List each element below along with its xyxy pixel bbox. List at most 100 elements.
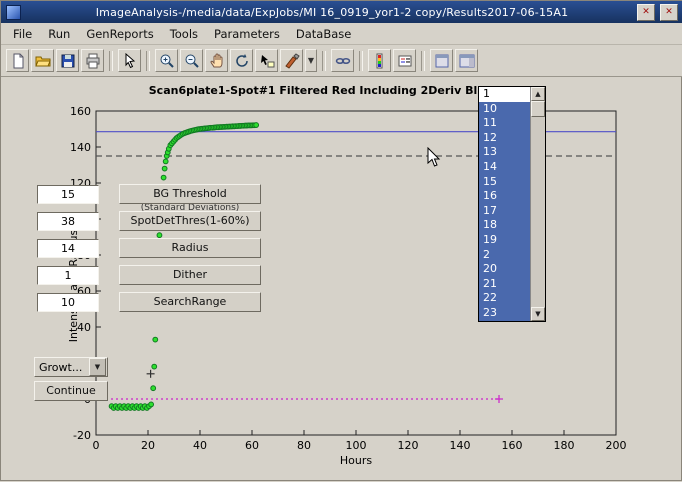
svg-text:200: 200 [606,439,627,452]
spot-list-item[interactable]: 2 [479,248,530,263]
svg-text:Hours: Hours [340,454,372,467]
growth-select-value: Growt... [35,361,89,374]
menu-run[interactable]: Run [40,25,78,43]
searchrange-input[interactable] [37,293,99,312]
spot-list-item[interactable]: 17 [479,204,530,219]
spot-list-item[interactable]: 11 [479,116,530,131]
svg-text:100: 100 [346,439,367,452]
scrollbar-thumb[interactable] [531,101,545,117]
toolbar-separator [109,51,113,71]
colorbar-icon [372,53,388,69]
pan-button[interactable] [205,49,228,72]
svg-text:80: 80 [297,439,311,452]
growth-select[interactable]: Growt... ▼ [34,357,108,377]
svg-text:120: 120 [398,439,419,452]
new-document-icon [10,53,26,69]
rotate-3d-button[interactable] [230,49,253,72]
svg-text:-20: -20 [73,429,91,442]
window-title: ImageAnalysis-/media/data/ExpJobs/MI 16_… [27,6,637,19]
scroll-down-button[interactable]: ▼ [531,307,545,321]
zoom-in-button[interactable] [155,49,178,72]
zoom-in-icon [159,53,175,69]
spot-list-items: 1 10 11 12 13 14 15 16 17 18 19 2 20 21 … [479,87,530,321]
window-panel-icon [459,53,475,69]
spotdetthres-input[interactable] [37,212,99,231]
searchrange-button[interactable]: SearchRange [119,292,261,312]
brush-button[interactable] [280,49,303,72]
insert-legend-button[interactable] [393,49,416,72]
svg-text:20: 20 [141,439,155,452]
brush-icon [284,53,300,69]
edit-plot-button[interactable] [118,49,141,72]
svg-text:140: 140 [450,439,471,452]
spot-list-item[interactable]: 22 [479,291,530,306]
menu-database[interactable]: DataBase [288,25,359,43]
radius-button[interactable]: Radius [119,238,261,258]
menu-genreports[interactable]: GenReports [78,25,161,43]
chevron-down-icon: ▼ [308,56,314,65]
spot-list-item[interactable]: 16 [479,189,530,204]
hand-icon [209,53,225,69]
svg-text:160: 160 [70,105,91,118]
dither-input[interactable] [37,266,99,285]
dither-button[interactable]: Dither [119,265,261,285]
spot-list-item[interactable]: 14 [479,160,530,175]
spot-list-item[interactable]: 12 [479,131,530,146]
menu-tools[interactable]: Tools [162,25,206,43]
hide-plot-tools-button[interactable] [430,49,453,72]
close-button[interactable]: ✕ [660,4,678,21]
spot-list-item[interactable]: 21 [479,277,530,292]
spot-list-scrollbar[interactable]: ▲ ▼ [530,87,545,321]
new-figure-button[interactable] [6,49,29,72]
spot-list-item[interactable]: 10 [479,102,530,117]
zoom-out-icon [184,53,200,69]
print-button[interactable] [81,49,104,72]
spot-list-item[interactable]: 19 [479,233,530,248]
bg-threshold-button[interactable]: BG Threshold [119,184,261,204]
menubar: File Run GenReports Tools Parameters Dat… [1,23,682,45]
svg-text:0: 0 [93,439,100,452]
legend-icon [397,53,413,69]
svg-text:180: 180 [554,439,575,452]
spot-list-item[interactable]: 20 [479,262,530,277]
menu-file[interactable]: File [5,25,40,43]
spot-list-item[interactable]: 1 [479,87,530,102]
rotate-icon [234,53,250,69]
spot-list-item[interactable]: 13 [479,145,530,160]
link-icon [335,53,351,69]
svg-text:40: 40 [193,439,207,452]
chevron-down-icon[interactable]: ▼ [89,358,106,376]
toolbar-separator [322,51,326,71]
insert-colorbar-button[interactable] [368,49,391,72]
menu-parameters[interactable]: Parameters [206,25,288,43]
show-plot-tools-button[interactable] [455,49,478,72]
titlebar: ImageAnalysis-/media/data/ExpJobs/MI 16_… [1,1,682,23]
zoom-out-button[interactable] [180,49,203,72]
spot-list-item[interactable]: 18 [479,218,530,233]
svg-text:Scan6plate1-Spot#1 Filtered Re: Scan6plate1-Spot#1 Filtered Red Includin… [149,84,478,97]
toolbar-separator [421,51,425,71]
scroll-up-button[interactable]: ▲ [531,87,545,101]
data-cursor-button[interactable] [255,49,278,72]
mouse-cursor [427,147,441,168]
spot-list-item[interactable]: 23 [479,306,530,321]
brush-dropdown-button[interactable]: ▼ [305,49,317,72]
svg-text:60: 60 [245,439,259,452]
spot-list-item[interactable]: 15 [479,175,530,190]
app-icon [6,5,21,20]
continue-button[interactable]: Continue [34,381,108,401]
open-folder-icon [35,53,51,69]
radius-input[interactable] [37,239,99,258]
svg-text:160: 160 [502,439,523,452]
data-cursor-icon [259,53,275,69]
bg-threshold-input[interactable] [37,185,99,204]
minimize-button[interactable]: ✕ [637,4,655,21]
arrow-up-icon: ▲ [535,90,540,98]
link-plot-button[interactable] [331,49,354,72]
spotdetthres-button[interactable]: SpotDetThres(1-60%) [119,211,261,231]
save-figure-button[interactable] [56,49,79,72]
open-file-button[interactable] [31,49,54,72]
toolbar: ▼ [1,45,682,77]
window-icon [434,53,450,69]
toolbar-separator [359,51,363,71]
